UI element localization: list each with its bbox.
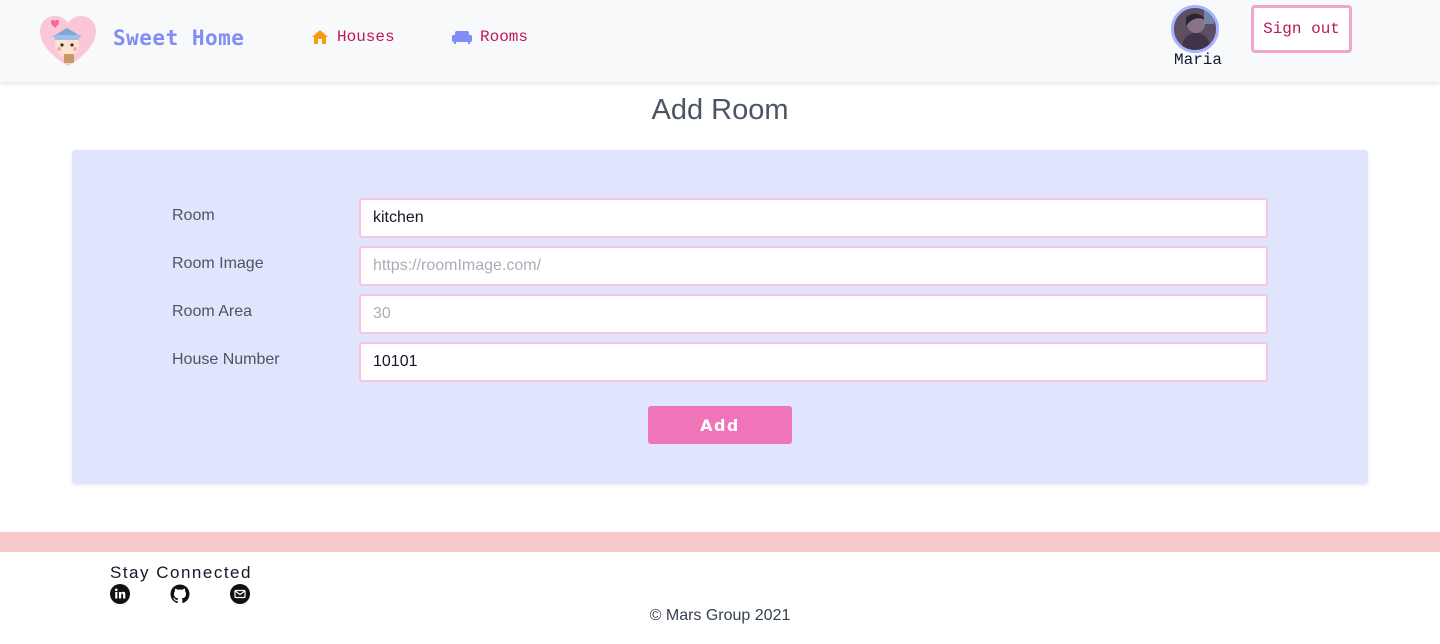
sofa-icon [452, 31, 472, 44]
home-icon [312, 30, 328, 44]
add-button[interactable]: Add [648, 406, 792, 444]
room-label: Room [172, 207, 215, 224]
room-area-label: Room Area [172, 303, 253, 320]
nav-link-houses[interactable]: Houses [311, 28, 395, 46]
form-row-house-number: House Number [172, 342, 1268, 382]
nav-link-label: Houses [337, 28, 395, 46]
brand-name[interactable]: Sweet Home [113, 26, 244, 50]
house-number-label: House Number [172, 351, 280, 368]
user-name: Maria [1173, 51, 1222, 69]
form-row-room-area: Room Area [172, 294, 1268, 334]
copyright-text: © Mars Group 2021 [649, 607, 791, 624]
room-input[interactable] [359, 198, 1268, 238]
room-image-input[interactable] [359, 246, 1268, 286]
form-row-room: Room [172, 198, 1268, 238]
mail-icon[interactable] [230, 584, 250, 604]
sign-out-button[interactable]: Sign out [1251, 5, 1352, 53]
logo-icon[interactable] [38, 14, 98, 68]
room-area-input[interactable] [359, 294, 1268, 334]
github-icon[interactable] [170, 584, 190, 604]
nav-link-rooms[interactable]: Rooms [452, 28, 528, 46]
avatar[interactable] [1171, 5, 1219, 53]
navbar: Sweet Home Houses Rooms Maria Sign out [0, 0, 1440, 82]
linkedin-icon[interactable] [110, 584, 130, 604]
form-row-room-image: Room Image [172, 246, 1268, 286]
add-room-form: Room Room Image Room Area House Number A… [72, 150, 1368, 484]
footer-divider [0, 532, 1440, 552]
stay-connected-heading: Stay Connected [110, 563, 252, 582]
house-number-input[interactable] [359, 342, 1268, 382]
room-image-label: Room Image [172, 255, 264, 272]
page-title: Add Room [651, 94, 789, 126]
nav-link-label: Rooms [480, 28, 529, 46]
